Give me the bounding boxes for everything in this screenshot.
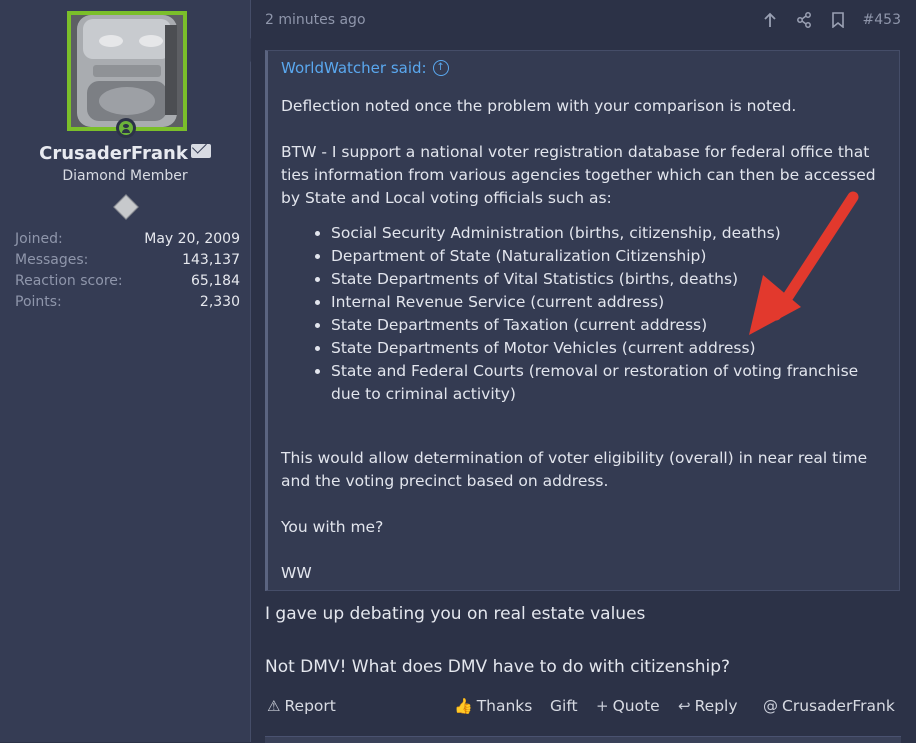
stat-value: 143,137 (182, 252, 240, 268)
post-number[interactable]: #453 (863, 12, 901, 28)
post-time[interactable]: 2 minutes ago (265, 12, 366, 28)
diamond-badge-icon (113, 194, 139, 220)
post-actions: ⚠ Report 👍 Thanks Gift + Quote ↩ Reply @… (265, 697, 901, 719)
gift-label: Gift (550, 697, 578, 715)
gift-button[interactable]: Gift (550, 697, 578, 715)
thanks-label: Thanks (476, 697, 533, 715)
stat-label: Joined: (15, 231, 63, 247)
report-button[interactable]: ⚠ Report (267, 697, 336, 715)
username-text[interactable]: CrusaderFrank (39, 143, 188, 164)
quote-author[interactable]: WorldWatcher said: (281, 59, 427, 77)
stat-joined: Joined: May 20, 2009 (15, 229, 240, 250)
jump-to-quote-icon[interactable]: ↑ (432, 60, 449, 76)
avatar-image (71, 15, 183, 127)
list-item: State and Federal Courts (removal or res… (331, 360, 889, 406)
user-title: Diamond Member (62, 168, 188, 184)
post-paragraph: Not DMV! What does DMV have to do with c… (265, 657, 731, 677)
user-sidebar: CrusaderFrank Diamond Member Joined: May… (0, 0, 251, 742)
report-label: Report (284, 697, 336, 715)
share-up-icon[interactable] (761, 10, 779, 30)
stat-label: Points: (15, 294, 62, 310)
stat-value: 65,184 (191, 273, 240, 289)
reply-label: Reply (694, 697, 738, 715)
stat-label: Messages: (15, 252, 89, 268)
reply-icon: ↩ (678, 697, 691, 715)
warning-icon: ⚠ (267, 697, 281, 715)
stat-points: Points: 2,330 (15, 292, 240, 313)
quote-header[interactable]: WorldWatcher said: ↑ (281, 59, 449, 77)
post-content: I gave up debating you on real estate va… (265, 601, 730, 680)
mention-label: CrusaderFrank (782, 697, 895, 715)
thanks-button[interactable]: 👍 Thanks (454, 697, 532, 715)
reply-button[interactable]: ↩ Reply (678, 697, 738, 715)
quote-paragraph: This would allow determination of voter … (281, 449, 868, 490)
bookmark-icon[interactable] (829, 10, 847, 30)
envelope-icon[interactable] (190, 144, 211, 158)
share-icon[interactable] (795, 10, 813, 30)
plus-icon: + (596, 697, 609, 715)
mention-button[interactable]: @ CrusaderFrank (763, 697, 895, 715)
stat-reaction-score: Reaction score: 65,184 (15, 271, 240, 292)
quote-paragraph: Deflection noted once the problem with y… (281, 97, 797, 115)
post-main: 2 minutes ago #453 WorldWatcher said: ↑ … (237, 0, 916, 743)
stat-messages: Messages: 143,137 (15, 250, 240, 271)
at-icon: @ (763, 697, 778, 715)
username[interactable]: CrusaderFrank (0, 143, 250, 164)
user-stats: Joined: May 20, 2009 Messages: 143,137 R… (15, 229, 240, 313)
stat-label: Reaction score: (15, 273, 123, 289)
message-pointer (237, 38, 251, 62)
quote-label: Quote (612, 697, 660, 715)
post-paragraph: I gave up debating you on real estate va… (265, 604, 646, 624)
online-status-icon (116, 118, 136, 138)
avatar[interactable] (67, 11, 187, 131)
quote-paragraph: WW (281, 564, 312, 582)
quote-button[interactable]: + Quote (596, 697, 660, 715)
stat-value: May 20, 2009 (144, 231, 240, 247)
thumbs-up-icon: 👍 (454, 697, 473, 715)
post-tools: #453 (761, 10, 901, 30)
annotation-arrow-icon (749, 191, 859, 335)
stat-value: 2,330 (199, 294, 240, 310)
quote-paragraph: You with me? (281, 518, 384, 536)
